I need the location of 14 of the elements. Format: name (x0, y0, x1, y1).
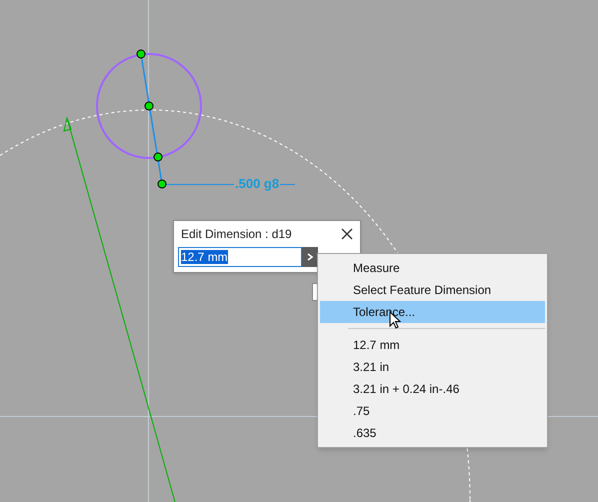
close-icon[interactable] (341, 228, 353, 240)
dialog-title: Edit Dimension : d19 (181, 226, 292, 243)
menu-item[interactable]: .635 (320, 422, 545, 444)
field-value: 12.7 mm (181, 250, 228, 264)
menu-item[interactable]: 3.21 in (320, 356, 545, 378)
menu-item[interactable]: 12.7 mm (320, 334, 545, 356)
options-button[interactable] (302, 247, 318, 267)
menu-item[interactable]: Select Feature Dimension (320, 279, 545, 301)
menu-item[interactable]: .75 (320, 400, 545, 422)
chevron-right-icon (306, 253, 314, 261)
diameter-line-drawing[interactable] (136, 50, 166, 188)
menu-item[interactable]: 3.21 in + 0.24 in-.46 (320, 378, 545, 400)
value-field[interactable]: 12.7 mm (178, 247, 302, 267)
menu-item[interactable]: Measure (320, 257, 545, 279)
